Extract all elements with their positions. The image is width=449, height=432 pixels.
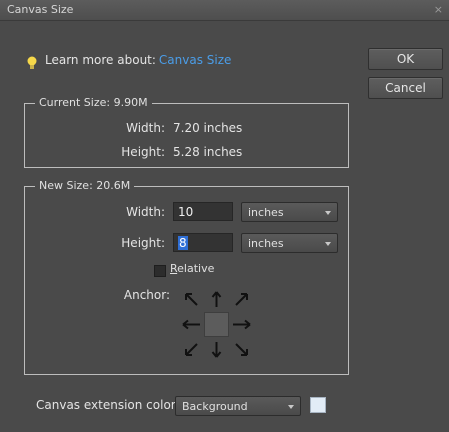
relative-checkbox[interactable]: [154, 265, 166, 277]
anchor-label: Anchor:: [123, 288, 170, 302]
extension-color-value: Background: [182, 400, 248, 413]
current-width-value: 7.20 inches: [173, 121, 243, 135]
window-title: Canvas Size: [7, 3, 74, 16]
width-unit-value: inches: [248, 206, 284, 219]
arrow-e-icon[interactable]: [229, 312, 254, 337]
arrow-sw-icon[interactable]: [179, 337, 204, 362]
chevron-down-icon: [325, 211, 331, 215]
current-width-label: Width:: [126, 121, 165, 135]
height-input-value: 8: [178, 236, 188, 250]
new-size-legend: New Size: 20.6M: [35, 179, 135, 192]
arrow-ne-icon[interactable]: [229, 287, 254, 312]
width-unit-select[interactable]: inches: [241, 202, 338, 222]
help-link[interactable]: Canvas Size: [159, 53, 232, 67]
current-height-value: 5.28 inches: [173, 145, 243, 159]
new-height-label: Height:: [121, 236, 165, 250]
width-input-value: 10: [178, 205, 194, 219]
help-text: Learn more about: Canvas Size: [45, 53, 231, 67]
help-prefix: Learn more about:: [45, 53, 156, 67]
cancel-button[interactable]: Cancel: [368, 77, 443, 99]
extension-color-select[interactable]: Background: [175, 396, 301, 416]
chevron-down-icon: [288, 405, 294, 409]
arrow-n-icon[interactable]: [204, 287, 229, 312]
current-size-legend: Current Size: 9.90M: [35, 96, 152, 109]
arrow-nw-icon[interactable]: [179, 287, 204, 312]
color-swatch[interactable]: [310, 397, 326, 413]
new-width-label: Width:: [126, 205, 165, 219]
height-unit-value: inches: [248, 237, 284, 250]
close-icon[interactable]: ×: [434, 3, 443, 16]
current-height-label: Height:: [121, 145, 165, 159]
relative-label[interactable]: Relative: [170, 262, 214, 275]
extension-color-label: Canvas extension color:: [36, 398, 180, 412]
title-bar: Canvas Size ×: [0, 0, 449, 21]
height-unit-select[interactable]: inches: [241, 233, 338, 253]
anchor-center[interactable]: [204, 312, 229, 337]
anchor-grid[interactable]: [179, 287, 254, 362]
arrow-w-icon[interactable]: [179, 312, 204, 337]
chevron-down-icon: [325, 242, 331, 246]
height-input[interactable]: 8: [173, 233, 233, 252]
lightbulb-icon: [27, 56, 37, 69]
arrow-se-icon[interactable]: [229, 337, 254, 362]
arrow-s-icon[interactable]: [204, 337, 229, 362]
width-input[interactable]: 10: [173, 202, 233, 221]
ok-button[interactable]: OK: [368, 48, 443, 70]
